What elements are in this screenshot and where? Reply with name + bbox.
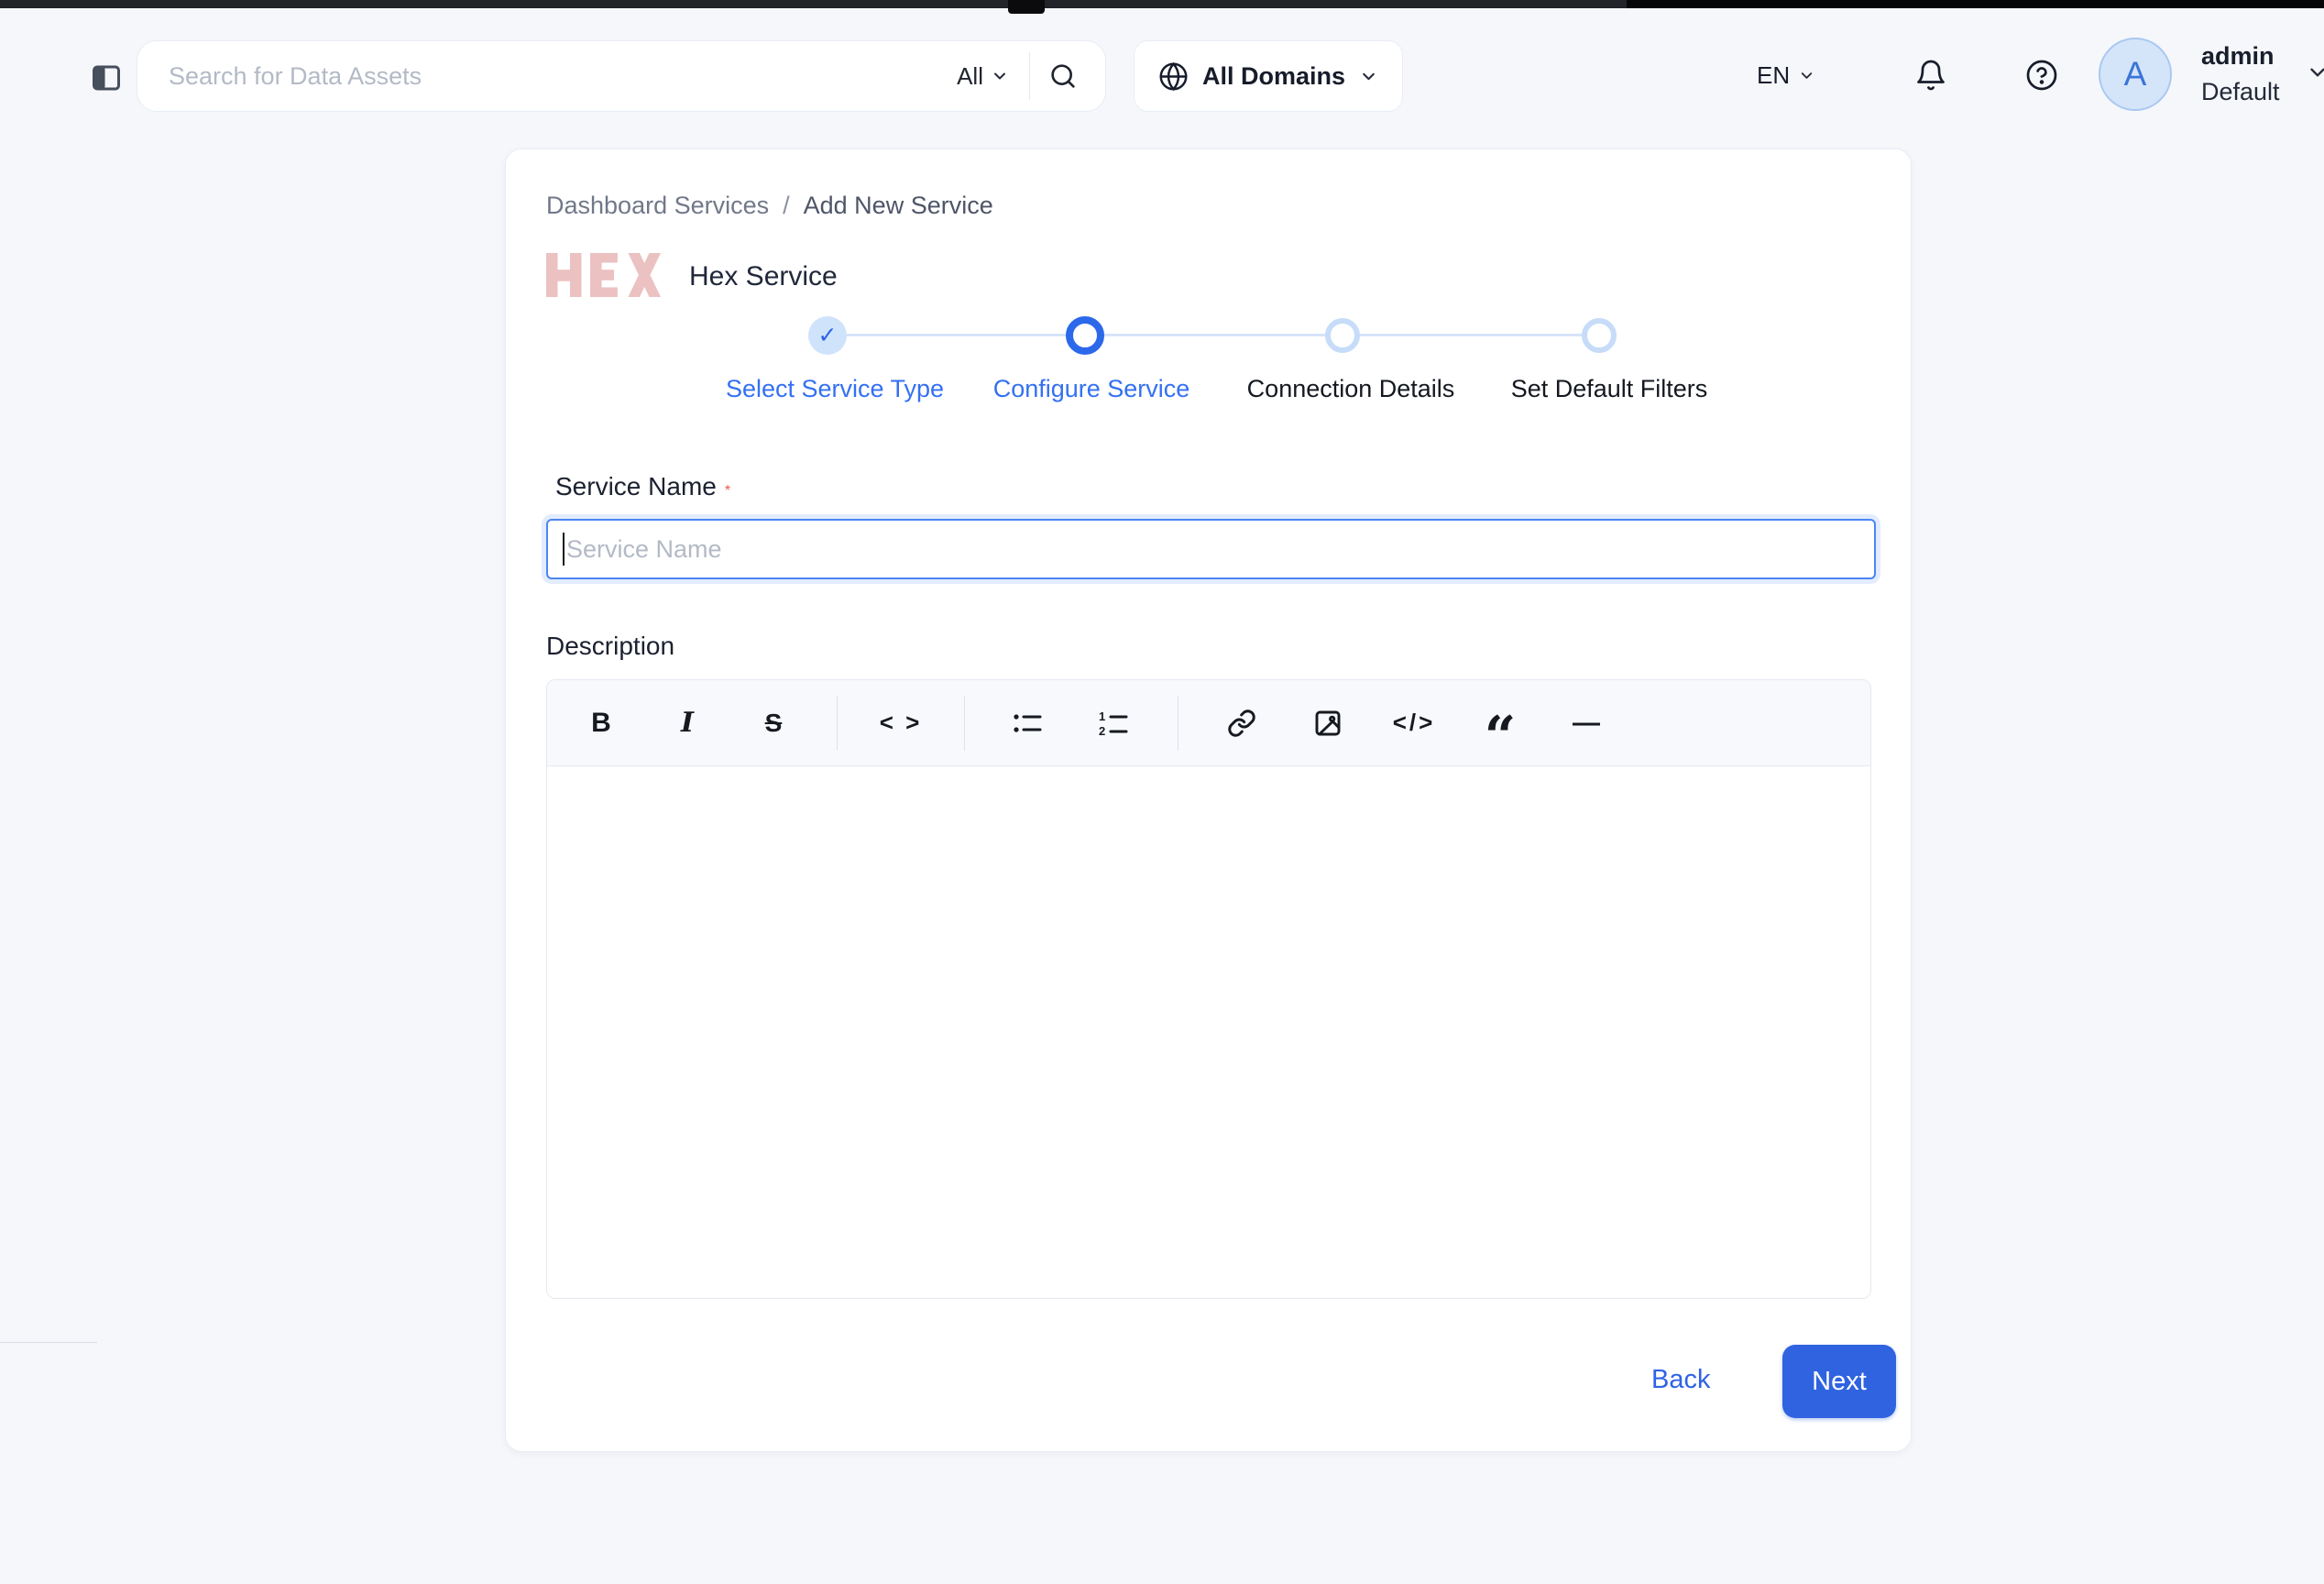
step-2-circle-active [1066,316,1104,355]
chevron-down-icon [1359,67,1378,86]
strikethrough-icon[interactable]: S [751,700,796,746]
bold-icon[interactable]: B [578,700,624,746]
search-scope-dropdown[interactable]: All [944,62,1022,91]
stepper-connector [828,334,1599,336]
panel-left-icon [90,61,123,94]
editor-toolbar: B I S < > 1 2 [547,680,1870,766]
required-marker: * [725,483,730,499]
step-label-connection-details: Connection Details [1247,375,1455,403]
ordered-list-icon[interactable]: 1 2 [1091,700,1137,746]
service-name-label-row: Service Name * [555,472,730,501]
help-button[interactable] [2021,54,2063,96]
horizontal-rule-icon[interactable]: — [1563,700,1609,746]
description-editor-body[interactable] [547,766,1870,1298]
notifications-button[interactable] [1910,54,1952,96]
globe-icon [1158,61,1189,92]
back-button[interactable]: Back [1651,1365,1710,1395]
image-icon[interactable] [1305,700,1351,746]
user-chevron-down-icon[interactable] [2306,60,2324,84]
check-icon: ✓ [818,322,838,349]
blockquote-icon[interactable]: “ [1477,700,1523,746]
domains-dropdown[interactable]: All Domains [1134,40,1403,112]
language-dropdown[interactable]: EN [1757,55,1815,95]
next-button[interactable]: Next [1782,1345,1896,1418]
toolbar-divider [964,696,965,751]
breadcrumb-separator: / [783,192,790,220]
breadcrumb: Dashboard Services / Add New Service [546,192,993,220]
left-panel-divider [0,1342,97,1343]
service-name-label: Service Name [555,472,717,500]
search-input[interactable] [137,62,944,91]
chevron-down-icon [991,67,1009,85]
breadcrumb-current: Add New Service [804,192,993,220]
avatar[interactable]: A [2099,38,2172,111]
bullet-list-icon[interactable] [1005,700,1051,746]
user-menu[interactable]: admin Default [2201,38,2280,110]
svg-text:1: 1 [1099,710,1105,723]
breadcrumb-dashboard-services[interactable]: Dashboard Services [546,192,769,220]
description-label: Description [546,632,674,661]
global-search-bar[interactable]: All [137,40,1106,112]
step-4-circle [1582,318,1617,353]
window-top-tab [1008,0,1045,14]
step-label-configure-service: Configure Service [993,375,1190,403]
description-editor: B I S < > 1 2 [546,679,1871,1299]
domains-label: All Domains [1202,62,1345,91]
step-label-set-default-filters: Set Default Filters [1511,375,1708,403]
service-title: Hex Service [689,261,838,292]
search-scope-label: All [957,62,983,91]
search-divider [1029,52,1030,100]
search-icon [1048,61,1078,91]
avatar-initial: A [2124,55,2147,94]
window-top-strip [0,0,2324,8]
bell-icon [1914,59,1947,92]
step-label-select-service-type: Select Service Type [726,375,944,403]
svg-text:2: 2 [1099,724,1105,737]
add-service-card: Dashboard Services / Add New Service Hex… [505,148,1912,1452]
code-block-icon[interactable]: </> [1391,700,1437,746]
step-3-circle [1325,318,1360,353]
sidebar-toggle-button[interactable] [85,57,127,99]
chevron-down-icon [1798,67,1815,84]
step-1-circle-done: ✓ [808,316,847,355]
toolbar-divider [837,696,838,751]
help-circle-icon [2025,59,2058,92]
search-button[interactable] [1037,50,1089,102]
italic-icon[interactable]: I [664,700,710,746]
user-name: admin [2201,38,2280,74]
hex-service-logo [546,252,661,298]
service-name-input[interactable] [546,519,1876,579]
text-caret [563,533,565,566]
inline-code-icon[interactable]: < > [878,700,924,746]
link-icon[interactable] [1219,700,1265,746]
user-team: Default [2201,74,2280,110]
language-label: EN [1757,61,1790,90]
